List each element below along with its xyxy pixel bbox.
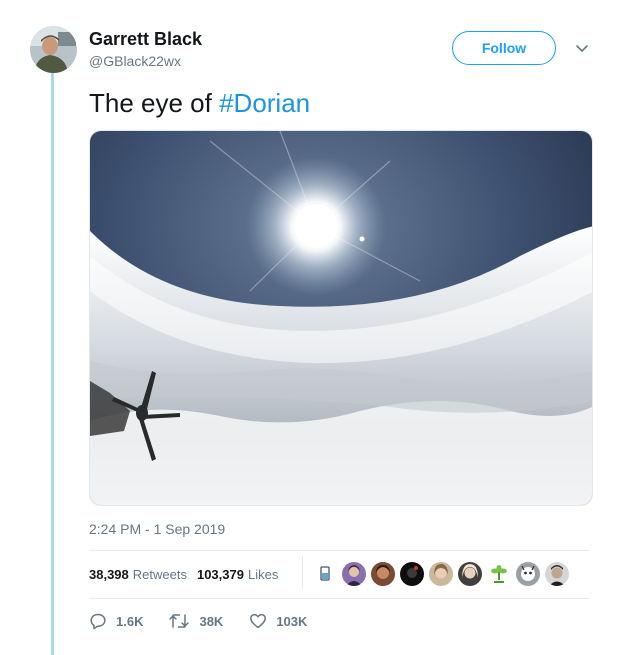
retweet-count: 38K — [199, 613, 224, 629]
thread-line — [51, 72, 54, 655]
liker-avatar[interactable] — [400, 562, 424, 586]
retweet-button[interactable]: 38K — [168, 612, 223, 630]
retweet-icon — [169, 614, 190, 628]
likes-count: 103,379 — [196, 567, 244, 582]
author-display-name[interactable]: Garrett Black — [89, 29, 202, 50]
hashtag-link[interactable]: #Dorian — [219, 88, 310, 118]
liker-avatar[interactable] — [545, 562, 569, 586]
likes-stat[interactable]: 103,379 Likes — [197, 567, 278, 582]
reply-icon — [90, 613, 106, 630]
author-handle[interactable]: @GBlack22wx — [89, 53, 181, 69]
follow-button[interactable]: Follow — [452, 31, 556, 65]
liker-avatar[interactable] — [313, 562, 337, 586]
user-avatar-icon — [342, 562, 366, 586]
user-avatar-icon — [30, 26, 77, 73]
liker-avatar[interactable] — [487, 562, 511, 586]
hurricane-eye-photo — [90, 131, 592, 505]
liker-avatar[interactable] — [342, 562, 366, 586]
tweet-text: The eye of #Dorian — [89, 88, 310, 119]
liker-avatar[interactable] — [429, 562, 453, 586]
heart-icon — [250, 613, 267, 629]
reply-button[interactable]: 1.6K — [89, 612, 143, 630]
liker-avatars — [313, 562, 574, 586]
liker-avatar[interactable] — [371, 562, 395, 586]
chevron-down-icon[interactable] — [574, 40, 590, 56]
liker-avatar[interactable] — [516, 562, 540, 586]
cup-avatar-icon — [313, 562, 337, 586]
divider-top — [89, 550, 590, 551]
author-avatar[interactable] — [30, 26, 77, 73]
liker-avatar[interactable] — [458, 562, 482, 586]
retweets-label: Retweets — [132, 567, 187, 582]
retweets-stat[interactable]: 38,398 Retweets — [89, 567, 187, 582]
engagement-stats: 38,398 Retweets 103,379 Likes — [89, 567, 288, 582]
user-avatar-icon — [400, 562, 424, 586]
like-count: 103K — [276, 613, 308, 629]
reply-count: 1.6K — [116, 613, 144, 629]
user-avatar-icon — [458, 562, 482, 586]
stats-separator — [302, 556, 303, 590]
tweet-photo[interactable] — [89, 130, 593, 506]
user-avatar-icon — [516, 562, 540, 586]
divider-bottom — [89, 598, 590, 599]
user-avatar-icon — [545, 562, 569, 586]
likes-label: Likes — [247, 567, 279, 582]
plant-logo-icon — [487, 562, 511, 586]
tweet-timestamp[interactable]: 2:24 PM - 1 Sep 2019 — [89, 521, 225, 537]
tweet-actions: 1.6K 38K 103K — [89, 612, 307, 630]
tweet-text-body: The eye of — [89, 88, 220, 118]
retweets-count: 38,398 — [89, 567, 129, 582]
user-avatar-icon — [429, 562, 453, 586]
user-avatar-icon — [371, 562, 395, 586]
like-button[interactable]: 103K — [249, 612, 307, 630]
